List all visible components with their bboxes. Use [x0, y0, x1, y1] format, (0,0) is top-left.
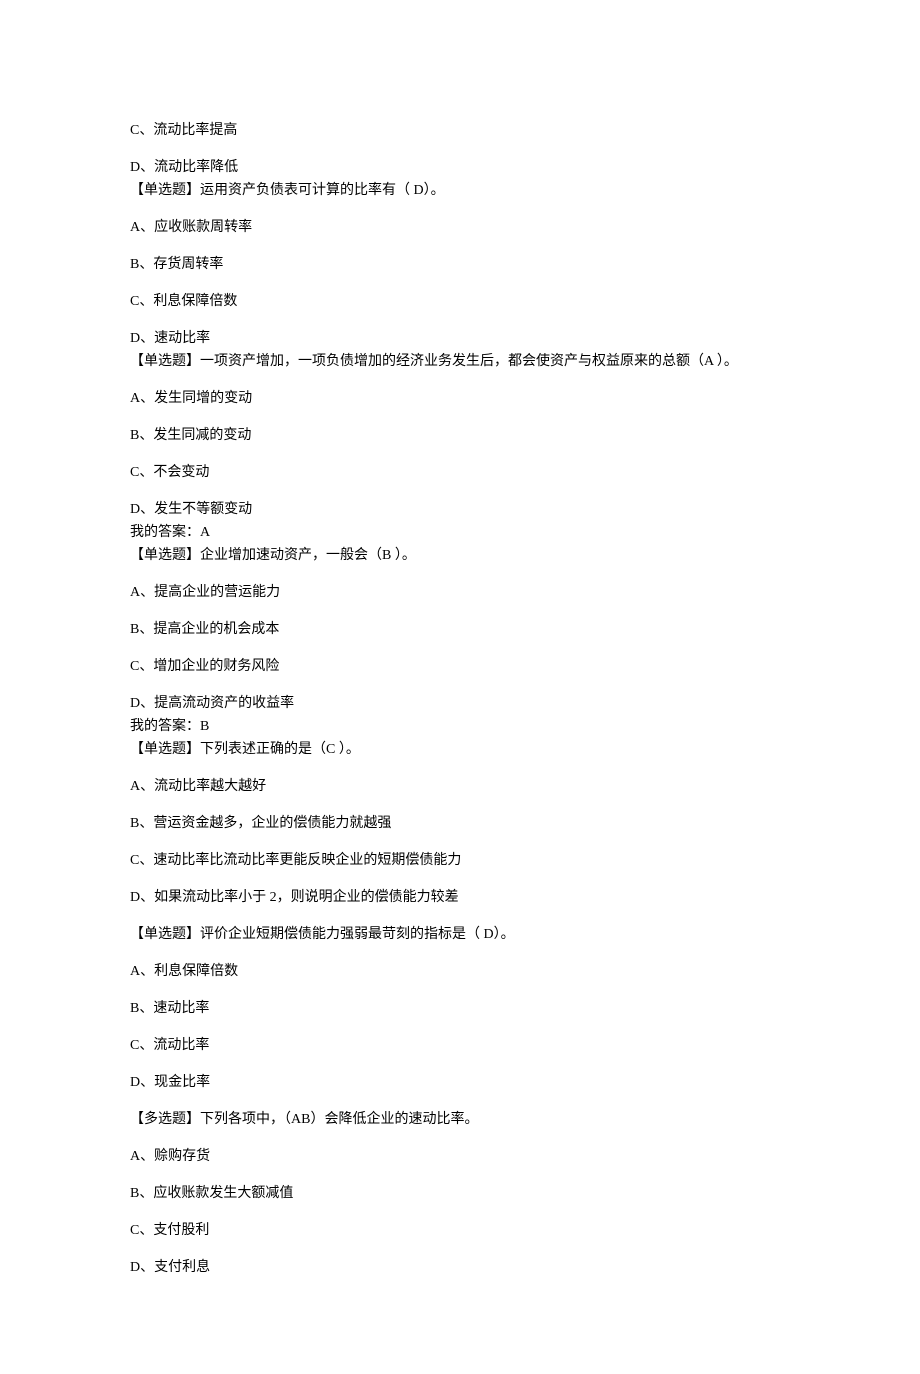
text-line: A、赊购存货 [130, 1146, 790, 1167]
text-line: 【单选题】评价企业短期偿债能力强弱最苛刻的指标是（ D）。 [130, 924, 790, 945]
text-line: A、流动比率越大越好 [130, 776, 790, 797]
text-line: C、流动比率 [130, 1035, 790, 1056]
text-line: 【单选题】企业增加速动资产，一般会（B ）。 [130, 545, 790, 566]
text-line: D、支付利息 [130, 1257, 790, 1278]
text-line: 【多选题】下列各项中，（AB）会降低企业的速动比率。 [130, 1109, 790, 1130]
text-line: A、利息保障倍数 [130, 961, 790, 982]
text-line: C、流动比率提高 [130, 120, 790, 141]
text-line: B、存货周转率 [130, 254, 790, 275]
text-line: D、如果流动比率小于 2，则说明企业的偿债能力较差 [130, 887, 790, 908]
text-line: A、应收账款周转率 [130, 217, 790, 238]
text-line: C、增加企业的财务风险 [130, 656, 790, 677]
text-line: D、发生不等额变动 [130, 499, 790, 520]
text-line: B、营运资金越多，企业的偿债能力就越强 [130, 813, 790, 834]
text-line: B、发生同减的变动 [130, 425, 790, 446]
text-line: C、速动比率比流动比率更能反映企业的短期偿债能力 [130, 850, 790, 871]
text-line: C、支付股利 [130, 1220, 790, 1241]
text-line: B、速动比率 [130, 998, 790, 1019]
text-line: B、应收账款发生大额减值 [130, 1183, 790, 1204]
text-line: D、现金比率 [130, 1072, 790, 1093]
text-line: C、利息保障倍数 [130, 291, 790, 312]
text-line: 【单选题】下列表述正确的是（C ）。 [130, 739, 790, 760]
text-line: 我的答案：B [130, 716, 790, 737]
document-page: C、流动比率提高 D、流动比率降低【单选题】运用资产负债表可计算的比率有（ D）。… [0, 0, 920, 1374]
text-line: 【单选题】运用资产负债表可计算的比率有（ D）。 [130, 180, 790, 201]
text-line: D、流动比率降低 [130, 157, 790, 178]
text-line: D、速动比率 [130, 328, 790, 349]
text-line: 【单选题】一项资产增加，一项负债增加的经济业务发生后，都会使资产与权益原来的总额… [130, 351, 790, 372]
text-line: D、提高流动资产的收益率 [130, 693, 790, 714]
text-line: C、不会变动 [130, 462, 790, 483]
text-line: B、提高企业的机会成本 [130, 619, 790, 640]
text-line: 我的答案：A [130, 522, 790, 543]
text-line: A、提高企业的营运能力 [130, 582, 790, 603]
text-line: A、发生同增的变动 [130, 388, 790, 409]
